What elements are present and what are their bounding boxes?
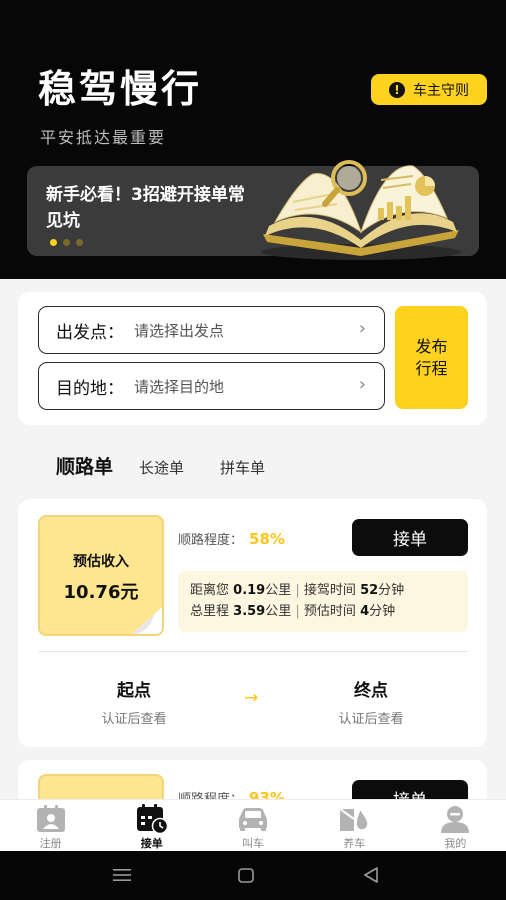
origin-field[interactable]: 出发点： 请选择出发点 › <box>38 306 385 354</box>
tabbar-label: 注册 <box>39 837 62 850</box>
tab-along[interactable]: 顺路单 <box>56 452 113 479</box>
along-value: 58% <box>249 530 285 548</box>
header-hero: 稳驾慢行 平安抵达最重要 ! 车主守则 新手必看！3招避开接单常见坑 <box>0 0 506 279</box>
arrow-right-icon: → <box>244 688 259 708</box>
order-card[interactable]: 预估收入 10.76元 顺路程度： 58% 接单 距离您 0.19公里 | 接驾时… <box>18 499 487 747</box>
tabbar-label: 接单 <box>140 837 163 850</box>
end-point: 终点 认证后查看 <box>311 676 431 727</box>
tabbar-item-orders[interactable]: 接单 <box>101 800 202 851</box>
pickup-value: 52 <box>360 583 379 598</box>
bottom-tab-bar: 注册 接单 叫车 养车 我的 <box>0 799 506 851</box>
page-subtitle: 平安抵达最重要 <box>40 128 167 147</box>
exclamation-icon: ! <box>389 81 405 98</box>
destination-field[interactable]: 目的地： 请选择目的地 › <box>38 362 385 410</box>
calendar-clock-icon <box>136 804 168 834</box>
chevron-right-icon: › <box>358 318 366 339</box>
income-label: 预估收入 <box>73 554 129 570</box>
total-label: 总里程 <box>190 604 230 619</box>
start-sub: 认证后查看 <box>101 712 167 727</box>
order-type-tabs: 顺路单 长途单 拼车单 <box>56 452 301 479</box>
page-fold-icon <box>132 607 162 634</box>
est-label: 预估时间 <box>303 604 356 619</box>
pickup-label: 接驾时间 <box>303 583 356 598</box>
accept-order-button[interactable]: 接单 <box>352 519 468 556</box>
owner-rules-label: 车主守则 <box>413 82 469 99</box>
start-title: 起点 <box>117 681 151 701</box>
destination-placeholder: 请选择目的地 <box>134 377 225 396</box>
origin-label: 出发点： <box>56 322 124 343</box>
menu-icon[interactable] <box>113 868 131 882</box>
banner-dot-3[interactable] <box>76 239 83 246</box>
start-point: 起点 认证后查看 <box>74 676 194 727</box>
distance-value: 0.19 <box>233 583 266 598</box>
tab-carpool[interactable]: 拼车单 <box>220 457 265 478</box>
publish-trip-button[interactable]: 发布行程 <box>395 306 468 409</box>
distance-unit: 公里 <box>265 583 292 598</box>
car-care-icon <box>338 804 370 834</box>
origin-placeholder: 请选择出发点 <box>134 321 225 340</box>
end-title: 终点 <box>354 681 388 701</box>
chevron-right-icon: › <box>358 374 366 395</box>
banner-text: 新手必看！3招避开接单常见坑 <box>46 185 245 231</box>
destination-label: 目的地： <box>56 378 124 399</box>
distance-label: 距离您 <box>190 583 230 598</box>
back-icon[interactable] <box>363 867 379 883</box>
tabbar-item-register[interactable]: 注册 <box>0 800 101 851</box>
tabbar-label: 叫车 <box>242 837 264 850</box>
trip-info: 距离您 0.19公里 | 接驾时间 52分钟 总里程 3.59公里 | 预估时间… <box>178 571 468 632</box>
pickup-unit: 分钟 <box>378 583 405 598</box>
register-icon <box>36 804 66 834</box>
route-card: 出发点： 请选择出发点 › 目的地： 请选择目的地 › 发布行程 <box>18 292 487 425</box>
tabbar-item-mine[interactable]: 我的 <box>405 800 506 851</box>
tabbar-item-car-care[interactable]: 养车 <box>304 800 405 851</box>
divider <box>38 651 467 652</box>
banner-dot-2[interactable] <box>63 239 70 246</box>
system-navigation-bar <box>0 851 506 900</box>
total-value: 3.59 <box>233 604 266 619</box>
info-row-distance: 距离您 0.19公里 | 接驾时间 52分钟 <box>190 583 405 598</box>
info-row-total: 总里程 3.59公里 | 预估时间 4分钟 <box>190 604 396 619</box>
tabbar-label: 养车 <box>343 837 366 850</box>
car-icon <box>236 804 270 834</box>
banner-dot-1[interactable] <box>50 239 57 246</box>
total-unit: 公里 <box>265 604 292 619</box>
income-value: 10.76元 <box>63 582 139 603</box>
income-box: 预估收入 10.76元 <box>38 515 164 636</box>
tabbar-item-call-car[interactable]: 叫车 <box>202 800 303 851</box>
book-illustration-icon <box>261 160 461 260</box>
est-value: 4 <box>360 604 370 619</box>
user-icon <box>439 804 471 834</box>
home-icon[interactable] <box>238 868 254 883</box>
along-degree: 顺路程度： 58% <box>178 529 285 548</box>
page-title: 稳驾慢行 <box>38 67 203 111</box>
promo-banner[interactable]: 新手必看！3招避开接单常见坑 <box>27 160 479 260</box>
end-sub: 认证后查看 <box>338 712 404 727</box>
along-label: 顺路程度： <box>178 533 244 548</box>
banner-indicator <box>50 239 83 246</box>
owner-rules-button[interactable]: ! 车主守则 <box>371 74 487 105</box>
tab-long-distance[interactable]: 长途单 <box>139 457 184 478</box>
tabbar-label: 我的 <box>444 837 467 850</box>
est-unit: 分钟 <box>369 604 396 619</box>
